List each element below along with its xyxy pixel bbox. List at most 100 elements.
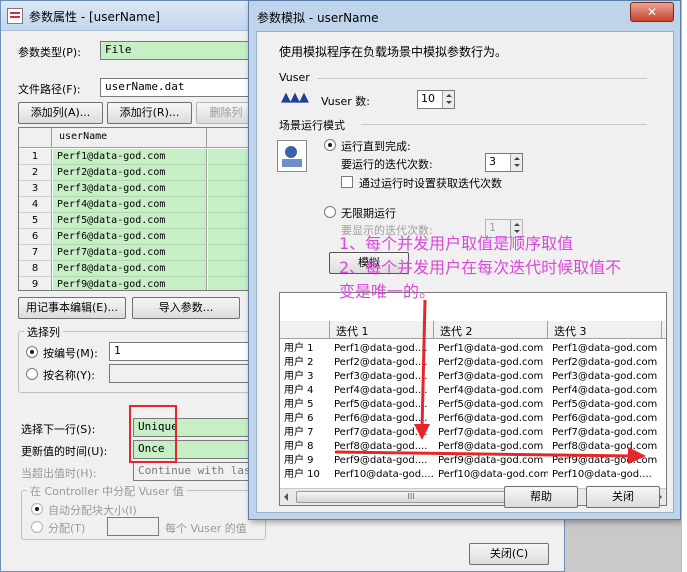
value-cell: Perf7@data-god.... bbox=[334, 427, 428, 438]
import-params-button[interactable]: 导入参数... bbox=[132, 297, 240, 319]
row-value[interactable]: Perf9@data-god.com bbox=[53, 277, 207, 290]
value-cell: Perf4@data-god.com bbox=[552, 385, 658, 396]
add-row-button[interactable]: 添加行(R)... bbox=[107, 102, 192, 124]
table-row[interactable]: 用户 6 Perf6@data-god.... Perf6@data-god.com… bbox=[280, 412, 666, 426]
table-row[interactable]: 用户 1 Perf1@data-god.... Perf1@data-god.com… bbox=[280, 342, 666, 356]
by-number-input[interactable]: 1 bbox=[109, 342, 261, 361]
row-value[interactable]: Perf7@data-god.com bbox=[53, 245, 207, 261]
table-row[interactable]: 用户 8 Perf8@data-god.... Perf8@data-god.com… bbox=[280, 440, 666, 454]
when-out-label: 当超出值时(H): bbox=[21, 467, 97, 480]
grid-column-header[interactable]: userName bbox=[53, 128, 207, 148]
add-column-button[interactable]: 添加列(A)... bbox=[18, 102, 103, 124]
run-until-done-label: 运行直到完成: bbox=[341, 140, 411, 153]
help-button[interactable]: 帮助 bbox=[504, 486, 578, 508]
iterations-spinner[interactable]: 3 bbox=[485, 153, 523, 172]
parameter-data-grid[interactable]: userName 1 Perf1@data-god.com 2 Perf2@data-… bbox=[18, 127, 258, 291]
table-row[interactable]: 用户 3 Perf3@data-god.... Perf3@data-god.com… bbox=[280, 370, 666, 384]
alloc-radio[interactable] bbox=[31, 521, 43, 533]
by-name-select[interactable] bbox=[109, 364, 261, 383]
divider bbox=[317, 78, 647, 79]
dialog-close-button[interactable]: 关闭 bbox=[586, 486, 660, 508]
table-row[interactable]: 9 Perf9@data-god.com bbox=[19, 277, 257, 290]
runtime-iterations-checkbox[interactable] bbox=[341, 176, 353, 188]
column-header[interactable]: 迭代 3 bbox=[548, 321, 662, 339]
user-cell: 用户 6 bbox=[284, 413, 314, 424]
user-cell: 用户 9 bbox=[284, 455, 314, 466]
table-row[interactable]: 用户 5 Perf5@data-god.... Perf5@data-god.com… bbox=[280, 398, 666, 412]
run-mode-section-label: 场景运行模式 bbox=[279, 119, 345, 132]
user-cell: 用户 8 bbox=[284, 441, 314, 452]
by-name-radio[interactable] bbox=[26, 368, 38, 380]
row-value[interactable]: Perf4@data-god.com bbox=[53, 197, 207, 213]
file-path-label: 文件路径(F): bbox=[18, 83, 81, 96]
table-row[interactable]: 5 Perf5@data-god.com bbox=[19, 213, 257, 229]
table-row[interactable]: 8 Perf8@data-god.com bbox=[19, 261, 257, 277]
scroll-thumb[interactable]: III bbox=[296, 491, 526, 503]
table-row[interactable]: 6 Perf6@data-god.com bbox=[19, 229, 257, 245]
value-cell: Perf2@data-god.... bbox=[334, 357, 428, 368]
row-number[interactable]: 9 bbox=[19, 277, 52, 290]
by-number-radio[interactable] bbox=[26, 346, 38, 358]
table-row[interactable]: 1 Perf1@data-god.com bbox=[19, 149, 257, 165]
auto-alloc-radio[interactable] bbox=[31, 503, 43, 515]
alloc-label: 分配(T) bbox=[48, 522, 86, 535]
row-number[interactable]: 6 bbox=[19, 229, 52, 245]
notepad-edit-button[interactable]: 用记事本编辑(E)... bbox=[18, 297, 126, 319]
table-row[interactable]: 2 Perf2@data-god.com bbox=[19, 165, 257, 181]
value-cell: Perf4@data-god.com bbox=[438, 385, 544, 396]
value-cell: Perf3@data-god.com bbox=[438, 371, 544, 382]
file-path-input[interactable]: userName.dat bbox=[100, 78, 260, 97]
column-header[interactable]: 迭代 1 bbox=[330, 321, 434, 339]
row-number[interactable]: 8 bbox=[19, 261, 52, 277]
column-header[interactable]: 迭代 2 bbox=[434, 321, 548, 339]
value-cell: Perf9@data-god.com bbox=[552, 455, 658, 466]
column-header[interactable] bbox=[280, 321, 330, 339]
table-row[interactable]: 用户 7 Perf7@data-god.... Perf7@data-god.com… bbox=[280, 426, 666, 440]
row-value[interactable]: Perf6@data-god.com bbox=[53, 229, 207, 245]
table-row[interactable]: 4 Perf4@data-god.com bbox=[19, 197, 257, 213]
row-number[interactable]: 2 bbox=[19, 165, 52, 181]
run-until-done-radio[interactable] bbox=[324, 139, 336, 151]
spinner-arrows-icon[interactable] bbox=[510, 154, 522, 171]
close-icon[interactable]: ✕ bbox=[630, 2, 674, 22]
title-bar[interactable]: 参数模拟 - userName ✕ bbox=[249, 1, 680, 31]
value-cell: Perf4@data-god.... bbox=[334, 385, 428, 396]
row-number[interactable]: 7 bbox=[19, 245, 52, 261]
when-out-select[interactable]: Continue with last bbox=[133, 462, 261, 481]
row-value[interactable]: Perf2@data-god.com bbox=[53, 165, 207, 181]
table-row[interactable]: 用户 2 Perf2@data-god.... Perf2@data-god.com… bbox=[280, 356, 666, 370]
row-number[interactable]: 4 bbox=[19, 197, 52, 213]
scroll-left-icon[interactable] bbox=[284, 493, 288, 501]
vuser-count-label: Vuser 数: bbox=[321, 95, 370, 108]
row-value[interactable]: Perf1@data-god.com bbox=[53, 149, 207, 165]
infinite-label: 无限期运行 bbox=[341, 207, 396, 220]
user-cell: 用户 1 bbox=[284, 343, 314, 354]
back-close-button[interactable]: 关闭(C) bbox=[469, 543, 549, 565]
param-type-select[interactable]: File bbox=[100, 41, 260, 60]
simulation-grid-header: 迭代 1 迭代 2 迭代 3 bbox=[280, 321, 666, 339]
vuser-count-value: 10 bbox=[421, 92, 435, 105]
row-number[interactable]: 1 bbox=[19, 149, 52, 165]
alloc-size-input[interactable] bbox=[107, 517, 159, 536]
grid-corner bbox=[19, 128, 52, 148]
by-name-label: 按名称(Y): bbox=[43, 369, 96, 382]
table-row[interactable]: 3 Perf3@data-god.com bbox=[19, 181, 257, 197]
user-cell: 用户 10 bbox=[284, 469, 320, 480]
spinner-arrows-icon[interactable] bbox=[442, 91, 454, 108]
row-number[interactable]: 3 bbox=[19, 181, 52, 197]
vuser-count-spinner[interactable]: 10 bbox=[417, 90, 455, 109]
update-value-label: 更新值的时间(U): bbox=[21, 445, 108, 458]
iterations-value: 3 bbox=[489, 155, 496, 168]
row-value[interactable]: Perf8@data-god.com bbox=[53, 261, 207, 277]
delete-column-button[interactable]: 删除列 bbox=[196, 102, 256, 124]
table-row[interactable]: 7 Perf7@data-god.com bbox=[19, 245, 257, 261]
infinite-radio[interactable] bbox=[324, 206, 336, 218]
simulation-grid[interactable]: 迭代 1 迭代 2 迭代 3 用户 1 Perf1@data-god.... Perf1… bbox=[279, 292, 667, 506]
value-cell: Perf7@data-god.com bbox=[552, 427, 658, 438]
row-value[interactable]: Perf3@data-god.com bbox=[53, 181, 207, 197]
table-row[interactable]: 用户 10 Perf10@data-god.... Perf10@data-god.… bbox=[280, 468, 666, 482]
row-number[interactable]: 5 bbox=[19, 213, 52, 229]
table-row[interactable]: 用户 9 Perf9@data-god.... Perf9@data-god.com… bbox=[280, 454, 666, 468]
table-row[interactable]: 用户 4 Perf4@data-god.... Perf4@data-god.com… bbox=[280, 384, 666, 398]
row-value[interactable]: Perf5@data-god.com bbox=[53, 213, 207, 229]
